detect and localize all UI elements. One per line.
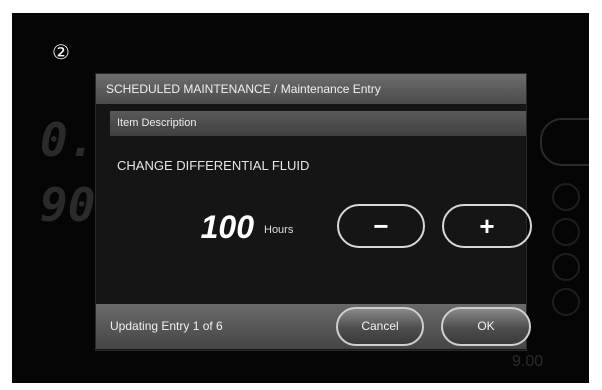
dialog-title: SCHEDULED MAINTENANCE / Maintenance Entr… [96,74,526,104]
minus-icon: − [373,211,389,241]
dialog-footer: Updating Entry 1 of 6 Cancel OK [96,304,531,349]
background-circle [552,218,580,246]
plus-icon: + [479,211,495,241]
decrement-button[interactable]: − [337,204,425,248]
background-value: 9.00 [512,353,544,370]
cancel-button[interactable]: Cancel [336,307,424,346]
background-circle [552,253,580,281]
background-reading-top: 0. [40,113,96,167]
ok-button[interactable]: OK [441,307,531,346]
background-circle [552,183,580,211]
interval-value: 100 [200,209,254,245]
background-pill [540,118,589,166]
device-screen: 0. 90. 9.00 ② SCHEDULED MAINTENANCE / Ma… [12,13,589,383]
callout-number: ② [52,42,70,64]
interval-unit: Hours [264,224,294,236]
background-circle [552,288,580,316]
entry-status: Updating Entry 1 of 6 [110,319,223,333]
increment-button[interactable]: + [442,204,532,248]
item-name: CHANGE DIFFERENTIAL FLUID [117,158,310,173]
maintenance-entry-dialog: SCHEDULED MAINTENANCE / Maintenance Entr… [96,74,532,350]
item-description-header: Item Description [110,111,526,136]
